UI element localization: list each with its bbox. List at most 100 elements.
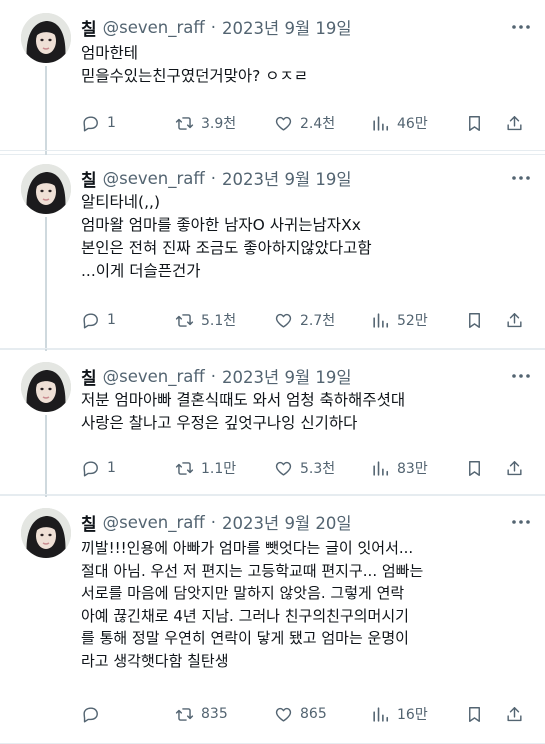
- retweet-count: 5.1천: [201, 313, 237, 329]
- reply-icon: [83, 460, 98, 476]
- avatar[interactable]: [21, 362, 71, 412]
- retweet-button[interactable]: 835: [175, 702, 228, 726]
- reply-button[interactable]: 1: [81, 456, 116, 480]
- view-count: 46만: [397, 116, 428, 132]
- tweet-text: 저분 엄마아빠 결혼식때도 와서 엄청 축하해주셧대 사랑은 찰나고 우정은 깊…: [81, 391, 406, 432]
- views-button[interactable]: 83만: [371, 456, 428, 480]
- view-count: 52만: [397, 313, 428, 329]
- retweet-icon: [175, 313, 194, 327]
- user-handle[interactable]: @seven_raff: [103, 367, 205, 386]
- like-count: 5.3천: [300, 461, 336, 477]
- display-name[interactable]: 칠: [81, 510, 97, 535]
- like-button[interactable]: 865: [274, 702, 327, 726]
- heart-icon: [275, 707, 292, 722]
- share-icon: [507, 115, 522, 130]
- share-button[interactable]: [505, 308, 531, 332]
- tweet[interactable]: 칠 @seven_raff · 2023년 9월 19일 저분 엄마아빠 결혼식…: [0, 348, 545, 497]
- reply-button[interactable]: 1: [81, 308, 116, 332]
- reply-button[interactable]: [81, 702, 107, 726]
- thread-line: [45, 415, 47, 497]
- tweet-text: 엄마한테 믿을수있는친구였던거맞아? ㅇㅈㄹ: [81, 44, 309, 85]
- thread-line: [45, 217, 47, 351]
- avatar[interactable]: [21, 13, 71, 63]
- separator: ·: [210, 168, 217, 188]
- tweet[interactable]: 칠 @seven_raff · 2023년 9월 19일 엄마한테 믿을수있는친…: [0, 0, 545, 155]
- like-count: 865: [300, 706, 327, 722]
- tweet-actions: 835 865 16만: [81, 702, 531, 726]
- share-icon: [507, 460, 522, 475]
- share-icon: [507, 312, 522, 327]
- views-button[interactable]: 52만: [371, 308, 428, 332]
- tweet-actions: 1 3.9천 2.4천 46만: [81, 111, 531, 135]
- like-count: 2.4천: [300, 116, 336, 132]
- reply-icon: [83, 706, 98, 722]
- tweet[interactable]: 칠 @seven_raff · 2023년 9월 19일 알티타네(,,) 엄마…: [0, 150, 545, 351]
- views-icon: [373, 312, 389, 328]
- heart-icon: [275, 461, 292, 476]
- reply-count: 1: [107, 115, 116, 131]
- bookmark-button[interactable]: [465, 308, 491, 332]
- view-count: 83만: [397, 461, 428, 477]
- more-icon[interactable]: [511, 168, 531, 188]
- share-icon: [507, 706, 522, 721]
- bookmark-button[interactable]: [465, 111, 491, 135]
- avatar[interactable]: [21, 164, 71, 214]
- tweet-header: 칠 @seven_raff · 2023년 9월 20일: [81, 510, 505, 535]
- separator: ·: [210, 17, 217, 37]
- tweet-actions: 1 5.1천 2.7천 52만: [81, 308, 531, 332]
- user-handle[interactable]: @seven_raff: [103, 169, 205, 188]
- more-icon[interactable]: [511, 512, 531, 532]
- views-button[interactable]: 46만: [371, 111, 428, 135]
- bookmark-icon: [469, 460, 480, 476]
- display-name[interactable]: 칠: [81, 364, 97, 389]
- share-button[interactable]: [505, 702, 531, 726]
- tweet[interactable]: 칠 @seven_raff · 2023년 9월 20일 끼발!!!인용에 아빠…: [0, 494, 545, 744]
- like-button[interactable]: 2.4천: [274, 111, 335, 135]
- retweet-count: 835: [201, 706, 228, 722]
- views-icon: [373, 115, 389, 131]
- reply-count: 1: [107, 312, 116, 328]
- tweet-actions: 1 1.1만 5.3천 83만: [81, 456, 531, 480]
- like-button[interactable]: 5.3천: [274, 456, 335, 480]
- retweet-button[interactable]: 5.1천: [175, 308, 236, 332]
- views-button[interactable]: 16만: [371, 702, 428, 726]
- reply-count: 1: [107, 460, 116, 476]
- heart-icon: [275, 313, 292, 328]
- tweet-text: 끼발!!!인용에 아빠가 엄마를 뺏엇다는 글이 잇어서... 절대 아님. 우…: [81, 539, 424, 670]
- views-icon: [373, 706, 389, 722]
- separator: ·: [210, 366, 217, 386]
- bookmark-icon: [469, 115, 480, 131]
- like-button[interactable]: 2.7천: [274, 308, 335, 332]
- tweet-date[interactable]: 2023년 9월 19일: [222, 15, 352, 39]
- display-name[interactable]: 칠: [81, 15, 97, 40]
- views-icon: [373, 460, 389, 476]
- reply-button[interactable]: 1: [81, 111, 116, 135]
- user-handle[interactable]: @seven_raff: [103, 18, 205, 37]
- display-name[interactable]: 칠: [81, 166, 97, 191]
- more-icon[interactable]: [511, 366, 531, 386]
- user-handle[interactable]: @seven_raff: [103, 513, 205, 532]
- reply-icon: [83, 115, 98, 131]
- tweet-date[interactable]: 2023년 9월 19일: [222, 364, 352, 388]
- retweet-icon: [175, 116, 194, 130]
- retweet-button[interactable]: 1.1만: [175, 456, 236, 480]
- tweet-date[interactable]: 2023년 9월 20일: [222, 510, 352, 534]
- avatar[interactable]: [21, 508, 71, 558]
- tweet-header: 칠 @seven_raff · 2023년 9월 19일: [81, 166, 505, 191]
- like-count: 2.7천: [300, 313, 336, 329]
- tweet-date[interactable]: 2023년 9월 19일: [222, 166, 352, 190]
- bookmark-button[interactable]: [465, 702, 491, 726]
- reply-icon: [83, 312, 98, 328]
- retweet-icon: [175, 707, 194, 721]
- tweet-header: 칠 @seven_raff · 2023년 9월 19일: [81, 15, 505, 40]
- heart-icon: [275, 116, 292, 131]
- thread-line: [45, 66, 47, 155]
- share-button[interactable]: [505, 111, 531, 135]
- bookmark-button[interactable]: [465, 456, 491, 480]
- retweet-button[interactable]: 3.9천: [175, 111, 236, 135]
- retweet-count: 1.1만: [201, 461, 237, 477]
- retweet-icon: [175, 461, 194, 475]
- more-icon[interactable]: [511, 17, 531, 37]
- separator: ·: [210, 512, 217, 532]
- share-button[interactable]: [505, 456, 531, 480]
